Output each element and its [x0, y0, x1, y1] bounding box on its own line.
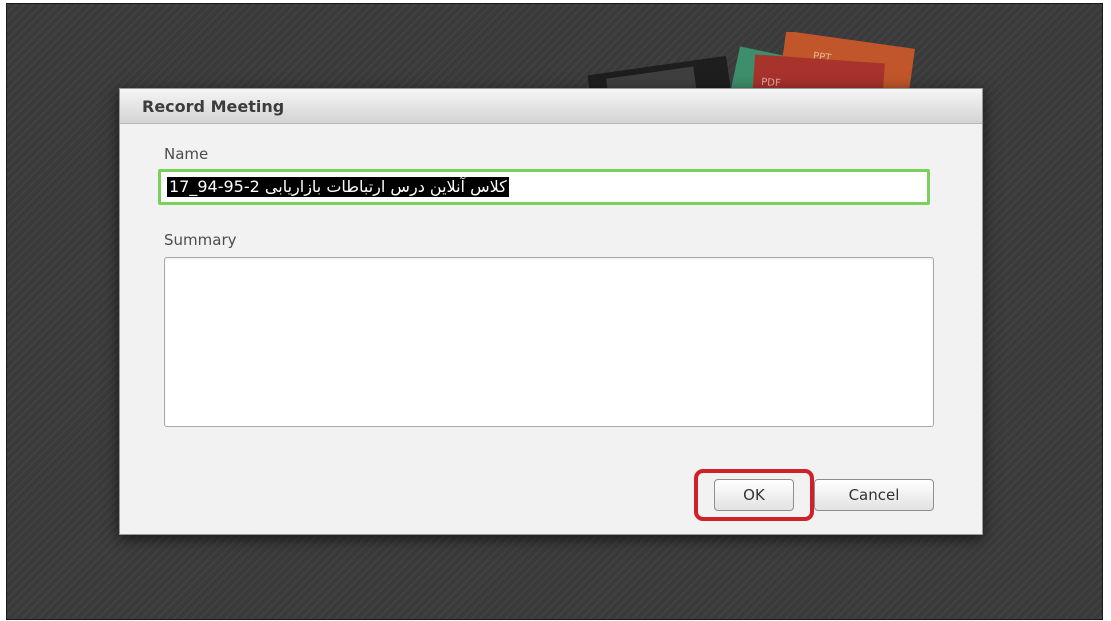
dialog-titlebar[interactable]: Record Meeting: [120, 89, 982, 124]
summary-label: Summary: [164, 231, 237, 249]
ok-button[interactable]: OK: [714, 479, 794, 511]
cancel-button[interactable]: Cancel: [814, 479, 934, 511]
name-label: Name: [164, 145, 209, 163]
dialog-title: Record Meeting: [142, 96, 285, 116]
name-input[interactable]: کلاس آنلاین درس ارتباطات بازاریابی 2-95-…: [158, 169, 930, 205]
name-input-value: کلاس آنلاین درس ارتباطات بازاریابی 2-95-…: [167, 177, 509, 197]
summary-textarea[interactable]: [164, 257, 934, 427]
record-meeting-dialog: Record Meeting Name کلاس آنلاین درس ارتب…: [119, 88, 983, 535]
app-background: PPT PDF Record Meeting Name کلاس آنلاین …: [6, 3, 1103, 620]
